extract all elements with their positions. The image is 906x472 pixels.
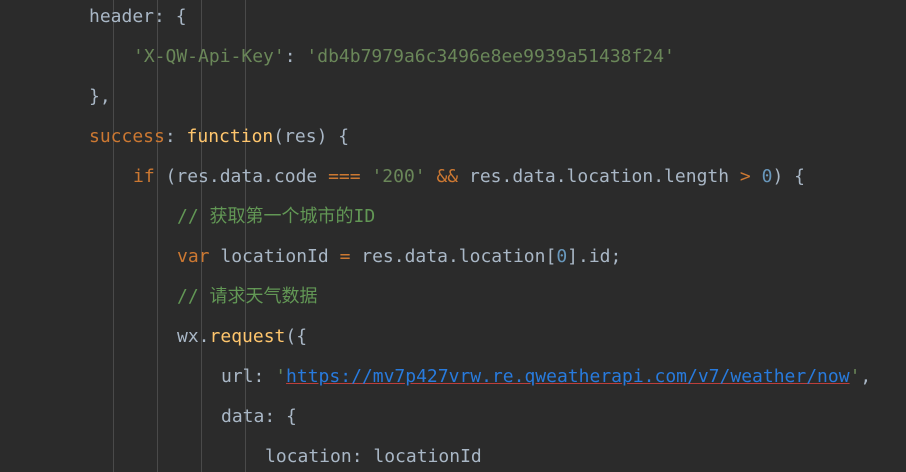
code-line[interactable]: var locationId = res.data.location[0].id… (177, 237, 621, 277)
code-token: 'X-QW-Api-Key' (133, 46, 285, 67)
code-token: : (164, 126, 187, 147)
code-line[interactable]: wx.request({ (177, 317, 307, 357)
code-editor[interactable]: header: {'X-QW-Api-Key': 'db4b7979a6c349… (0, 0, 906, 472)
code-token: : { (264, 406, 297, 427)
code-token: : (284, 46, 307, 67)
code-token: '200' (371, 166, 426, 187)
code-line[interactable]: data: { (221, 397, 297, 437)
code-token: : { (154, 6, 187, 27)
code-token: && (436, 166, 459, 187)
code-line[interactable]: }, (89, 77, 111, 117)
code-token: ].id; (567, 246, 622, 267)
code-line[interactable]: 'X-QW-Api-Key': 'db4b7979a6c3496e8ee9939… (133, 37, 675, 77)
code-token: 'db4b7979a6c3496e8ee9939a51438f24' (306, 46, 675, 67)
code-line[interactable]: success: function(res) { (89, 117, 349, 157)
code-token: ) { (772, 166, 805, 187)
code-line[interactable]: // 获取第一个城市的ID (177, 197, 375, 237)
code-token: ) { (316, 126, 350, 147)
code-token: if (133, 166, 155, 187)
code-token: : locationId (351, 446, 482, 467)
code-token: 0 (761, 166, 773, 187)
code-line[interactable]: header: { (89, 0, 187, 37)
indent-guide (113, 0, 114, 472)
code-token: = (339, 246, 351, 267)
code-token: , (860, 366, 872, 387)
code-token: var (177, 246, 210, 267)
code-line[interactable]: // 请求天气数据 (177, 277, 318, 317)
code-token: 0 (556, 246, 568, 267)
code-token: ' (849, 366, 861, 387)
code-token: === (328, 166, 361, 187)
code-line[interactable]: url: 'https://mv7p427vrw.re.qweatherapi.… (221, 357, 871, 397)
code-token: : (253, 366, 276, 387)
code-token: ({ (285, 326, 308, 347)
code-token: (res.data.code (154, 166, 329, 187)
code-token: res (284, 126, 317, 147)
code-token: ' (275, 366, 287, 387)
code-token: wx. (177, 326, 210, 347)
code-token: res.data.location[ (350, 246, 557, 267)
code-line[interactable]: location: locationId (265, 437, 482, 472)
code-token: https://mv7p427vrw.re.qweatherapi.com/v7… (286, 366, 850, 387)
code-token: // 获取第一个城市的ID (177, 206, 376, 227)
code-token: }, (89, 86, 111, 107)
code-token: data (221, 406, 265, 427)
code-token: locationId (209, 246, 340, 267)
code-token: function (186, 126, 274, 147)
code-token: res.data.location.length (458, 166, 740, 187)
code-line[interactable]: if (res.data.code === '200' && res.data.… (133, 157, 805, 197)
code-token: success (89, 126, 165, 147)
code-token: url (221, 366, 254, 387)
code-token: > (739, 166, 751, 187)
code-token: ( (273, 126, 285, 147)
code-token: header (89, 6, 155, 27)
code-token: // 请求天气数据 (177, 286, 318, 307)
code-token: location (265, 446, 352, 467)
code-token: request (209, 326, 286, 347)
